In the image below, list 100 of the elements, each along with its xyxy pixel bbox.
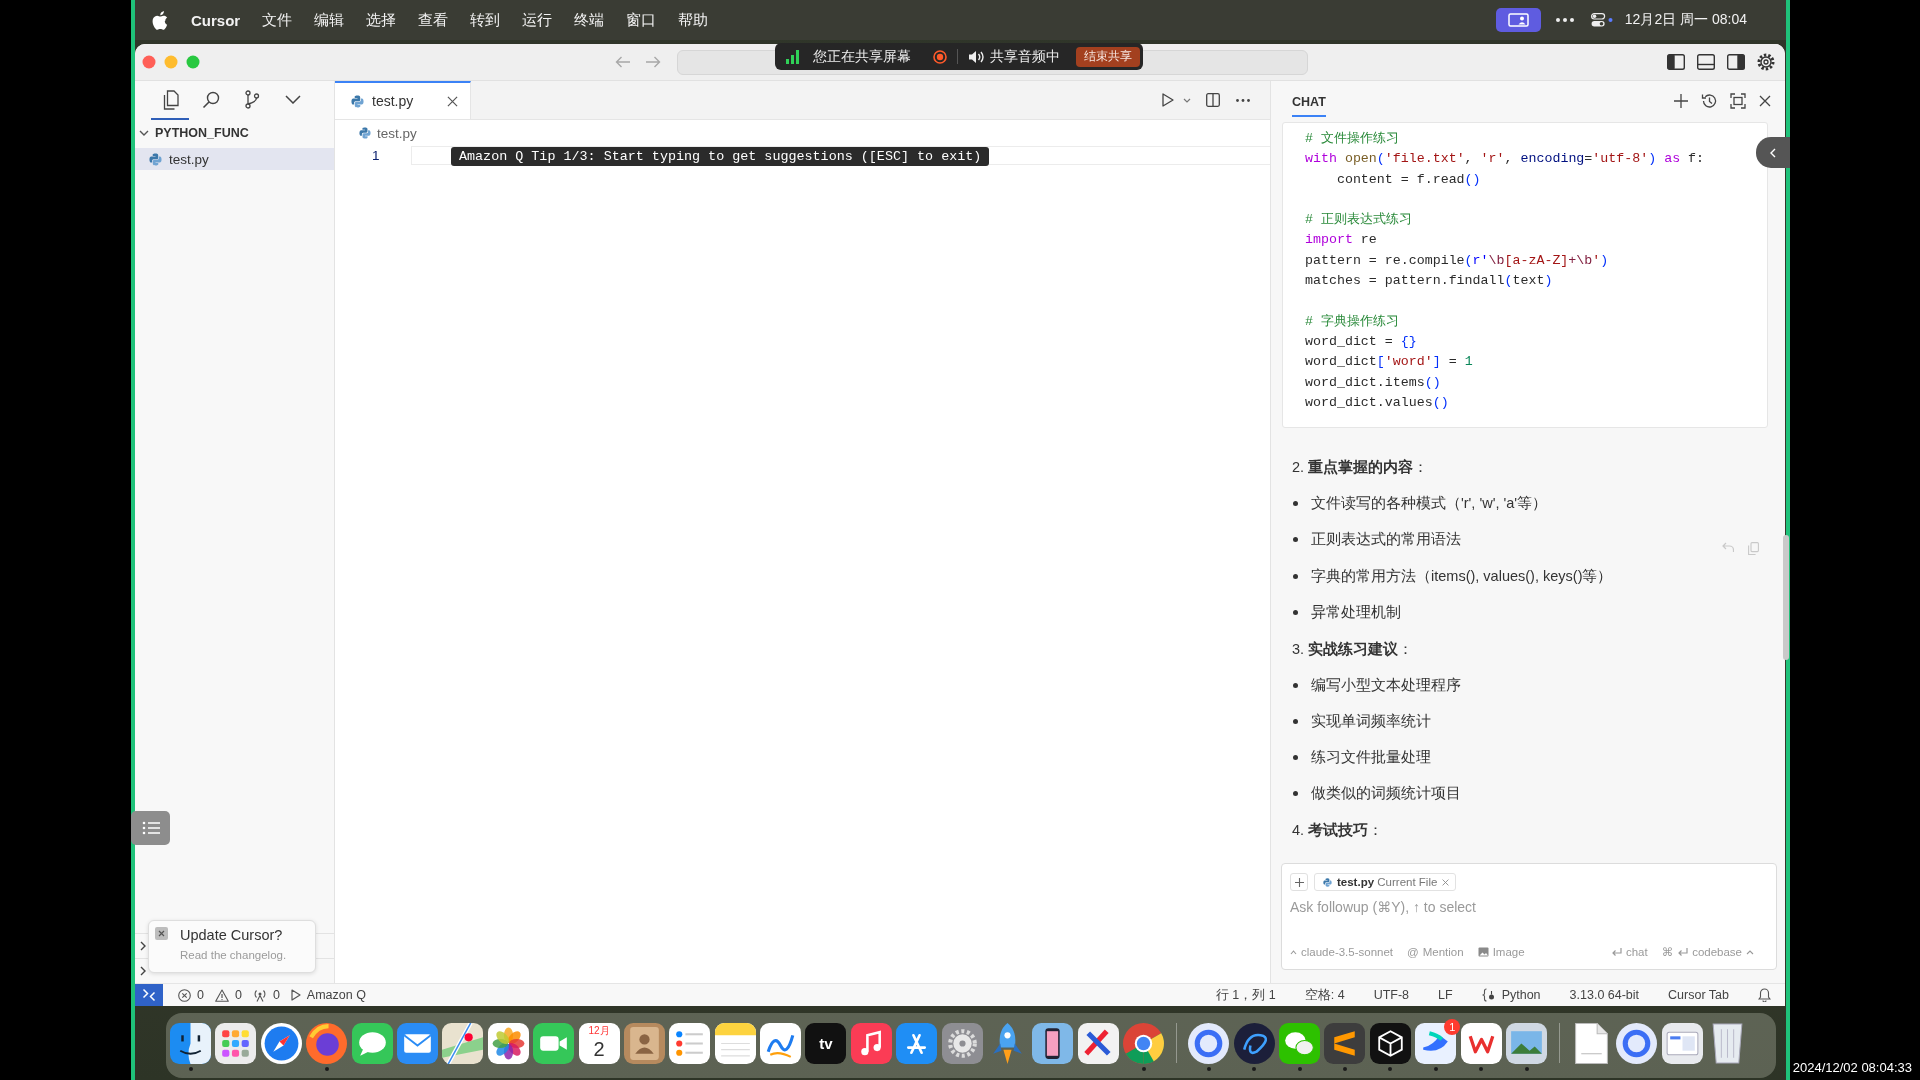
globe-icon[interactable] (306, 1023, 348, 1064)
settings-icon[interactable] (1757, 53, 1775, 71)
status-item[interactable]: Python (1481, 988, 1541, 1002)
status-item[interactable]: LF (1438, 988, 1453, 1002)
plus-icon[interactable] (1674, 93, 1688, 108)
menu-item[interactable]: 终端 (574, 10, 605, 30)
chat-tab[interactable]: CHAT (1292, 88, 1326, 117)
caret-down-icon[interactable] (1183, 97, 1191, 103)
left-sidebar-toggle-icon[interactable] (1667, 54, 1685, 70)
error-icon (178, 988, 191, 1002)
app-grid-icon[interactable] (215, 1023, 257, 1064)
status-item[interactable]: 0 (214, 988, 242, 1002)
right-sidebar-toggle-icon[interactable] (1727, 54, 1745, 70)
face-icon[interactable] (170, 1023, 211, 1064)
status-item[interactable]: 0 (178, 988, 204, 1002)
envelope-icon[interactable] (396, 1023, 438, 1064)
record-icon[interactable] (933, 49, 947, 64)
address-book-icon[interactable] (623, 1023, 665, 1064)
add-context-button[interactable] (1290, 873, 1308, 891)
app-menu[interactable]: Cursor (191, 11, 241, 29)
menu-item[interactable]: 查看 (418, 10, 449, 30)
menu-item[interactable]: 窗口 (626, 10, 657, 30)
status-item[interactable]: 空格: 4 (1304, 986, 1345, 1004)
file-row[interactable]: test.py (135, 148, 334, 170)
status-item[interactable]: 3.13.0 64-bit (1569, 988, 1640, 1002)
maximize-icon[interactable] (1730, 92, 1746, 109)
gear-icon[interactable] (941, 1023, 983, 1064)
code-line: word_dict.items() (1305, 373, 1442, 392)
ring-icon[interactable] (1188, 1023, 1230, 1064)
code-line: word_dict['word'] = 1 (1305, 353, 1474, 372)
menu-item[interactable]: 帮助 (678, 10, 709, 30)
history-icon[interactable] (1701, 92, 1717, 109)
status-item[interactable]: 0 (252, 988, 280, 1002)
scribble-icon[interactable] (760, 1023, 802, 1064)
chat-bubbles-icon[interactable] (1279, 1023, 1321, 1064)
notepad-icon[interactable] (714, 1023, 756, 1064)
app-store-icon[interactable] (896, 1023, 938, 1064)
close-icon[interactable] (447, 95, 458, 107)
close-icon[interactable] (1759, 94, 1771, 107)
bell-icon[interactable] (1758, 988, 1771, 1002)
zigzag-icon[interactable] (1460, 1023, 1502, 1064)
speaker-icon (968, 49, 984, 64)
crossed-strokes-icon[interactable] (1077, 1023, 1119, 1064)
menu-item[interactable]: 运行 (522, 10, 553, 30)
bullet-icon (1293, 501, 1298, 507)
menu-item[interactable]: 文件 (262, 10, 293, 30)
tv-icon[interactable]: tv (805, 1023, 847, 1064)
swoosh-icon[interactable] (1415, 1023, 1457, 1064)
calendar-icon[interactable]: 12月 2 (578, 1023, 620, 1064)
run-icon[interactable] (1162, 93, 1174, 107)
status-item[interactable]: UTF-8 (1373, 988, 1410, 1002)
window-close-icon[interactable] (142, 55, 156, 69)
menu-item[interactable]: 转到 (470, 10, 501, 30)
image-icon (1477, 947, 1489, 957)
split-editor-icon[interactable] (1206, 93, 1220, 107)
close-icon[interactable] (155, 927, 168, 940)
outline-button[interactable] (131, 811, 170, 845)
warning-icon (214, 988, 229, 1002)
speech-bubble-icon[interactable] (351, 1023, 393, 1064)
screen-share-icon[interactable] (1495, 8, 1541, 32)
code-line: word_dict = {} (1305, 332, 1418, 351)
stop-sharing-button[interactable]: 结束共享 (1076, 46, 1140, 67)
browser-icon[interactable] (1123, 1023, 1165, 1064)
control-center-icon[interactable] (1590, 13, 1613, 27)
play-icon (290, 989, 301, 1001)
swirl-icon[interactable] (1233, 1023, 1275, 1064)
chevron-right-icon[interactable] (140, 966, 146, 976)
landscape-icon[interactable] (1506, 1023, 1547, 1064)
enter-icon (1677, 947, 1689, 957)
compass-icon[interactable] (260, 1023, 302, 1064)
phone-icon[interactable] (1032, 1023, 1074, 1064)
music-note-icon[interactable] (850, 1023, 892, 1064)
more-icon[interactable] (1555, 18, 1574, 22)
stripes-icon[interactable] (1324, 1023, 1366, 1064)
cube-icon[interactable] (1369, 1023, 1411, 1064)
chevron-right-icon[interactable] (140, 941, 146, 951)
ring-icon[interactable] (1616, 1023, 1658, 1064)
video-camera-icon[interactable] (533, 1023, 575, 1064)
checklist-icon[interactable] (669, 1023, 711, 1064)
status-item[interactable]: Cursor Tab (1668, 988, 1729, 1002)
menu-item[interactable]: 编辑 (314, 10, 345, 30)
search-icon (202, 90, 220, 109)
status-item[interactable]: Amazon Q (290, 988, 366, 1002)
menu-bar-clock[interactable]: 12月2日 周一 08:04 (1624, 11, 1747, 29)
editor-tab[interactable]: test.py (335, 81, 471, 119)
window-thumbnail-icon[interactable] (1661, 1023, 1703, 1064)
status-item[interactable]: 行 1，列 1 (1215, 986, 1276, 1004)
chat-input[interactable]: Ask followup (⌘Y), ↑ to select (1290, 896, 1768, 918)
bullet-icon (1293, 610, 1298, 615)
menu-item[interactable]: 选择 (366, 10, 397, 30)
collapse-handle[interactable] (1756, 137, 1790, 168)
folder-row[interactable]: PYTHON_FUNC (135, 122, 334, 144)
remote-button[interactable] (135, 984, 163, 1006)
more-icon[interactable] (1236, 98, 1250, 102)
flower-icon[interactable] (487, 1023, 529, 1064)
bottom-panel-toggle-icon[interactable] (1697, 54, 1715, 70)
map-icon[interactable] (442, 1023, 484, 1064)
breadcrumb-item[interactable]: test.py (377, 125, 417, 141)
context-chip[interactable]: test.py Current File (1314, 873, 1457, 891)
apple-icon[interactable] (152, 10, 168, 30)
